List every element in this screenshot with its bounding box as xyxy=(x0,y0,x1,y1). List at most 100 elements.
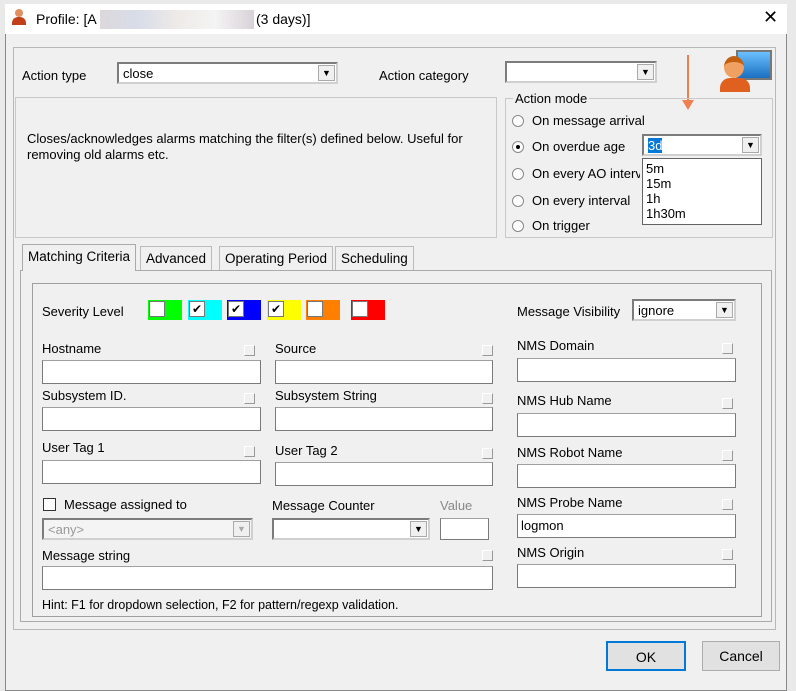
message-visibility-label: Message Visibility xyxy=(517,304,621,319)
cancel-button[interactable]: Cancel xyxy=(702,641,780,671)
nms-probe-label: NMS Probe Name xyxy=(517,495,623,510)
hostname-option-button[interactable] xyxy=(244,345,255,356)
overdue-age-value: 3d xyxy=(648,138,663,153)
radio-label: On trigger xyxy=(532,218,590,233)
severity-checkbox[interactable] xyxy=(352,301,368,317)
description-box xyxy=(15,97,497,238)
redacted-region xyxy=(100,10,254,29)
message-counter-label: Message Counter xyxy=(272,498,375,513)
radio-on-trigger[interactable] xyxy=(512,220,524,232)
severity-level-4[interactable] xyxy=(306,300,340,320)
user-tag-1-option-button[interactable] xyxy=(244,446,255,457)
user-tag-2-label: User Tag 2 xyxy=(275,443,338,458)
hostname-input[interactable] xyxy=(42,360,261,384)
radio-label: On every AO interval xyxy=(532,166,640,181)
counter-value-input[interactable] xyxy=(440,518,489,540)
radio-on-every-ao-interval[interactable] xyxy=(512,168,524,180)
message-assigned-checkbox[interactable] xyxy=(43,498,56,511)
tab-advanced[interactable]: Advanced xyxy=(140,246,213,270)
nms-origin-input[interactable] xyxy=(517,564,736,588)
overdue-age-select[interactable]: 3d ▼ xyxy=(642,134,762,156)
user-tag-1-label: User Tag 1 xyxy=(42,440,105,455)
description-text: Closes/acknowledges alarms matching the … xyxy=(27,131,463,162)
subsystem-string-option-button[interactable] xyxy=(482,393,493,404)
nms-hub-option-button[interactable] xyxy=(722,398,733,409)
tab-matching-criteria[interactable]: Matching Criteria xyxy=(22,244,137,271)
action-type-value: close xyxy=(123,66,154,81)
dropdown-option[interactable]: 1h xyxy=(646,191,758,206)
window-title: Profile: [A xyxy=(36,11,97,27)
severity-level-3[interactable]: ✔ xyxy=(267,300,301,320)
tab-scheduling[interactable]: Scheduling xyxy=(335,246,414,270)
message-visibility-select[interactable]: ignore ▼ xyxy=(632,299,736,321)
radio-label: On every interval xyxy=(532,193,631,208)
severity-checkbox[interactable] xyxy=(307,301,323,317)
dropdown-option[interactable]: 5m xyxy=(646,161,758,176)
message-visibility-value: ignore xyxy=(638,303,675,318)
nms-probe-input[interactable]: logmon xyxy=(517,514,736,538)
nms-probe-value: logmon xyxy=(521,518,564,533)
nms-probe-option-button[interactable] xyxy=(722,499,733,510)
nms-robot-input[interactable] xyxy=(517,464,736,488)
nms-domain-label: NMS Domain xyxy=(517,338,595,353)
counter-value-label: Value xyxy=(440,498,473,513)
source-label: Source xyxy=(275,341,317,356)
radio-on-every-interval[interactable] xyxy=(512,195,524,207)
severity-checkbox[interactable] xyxy=(149,301,165,317)
severity-level-1[interactable]: ✔ xyxy=(188,300,222,320)
nms-robot-label: NMS Robot Name xyxy=(517,445,623,460)
action-mode-label: Action mode xyxy=(513,91,590,106)
message-assigned-value: <any> xyxy=(48,522,85,537)
nms-origin-label: NMS Origin xyxy=(517,545,585,560)
subsystem-id-input[interactable] xyxy=(42,407,261,431)
action-type-label: Action type xyxy=(22,68,87,83)
radio-on-message-arrival[interactable] xyxy=(512,115,524,127)
message-counter-select[interactable]: ▼ xyxy=(272,518,430,540)
chevron-down-icon: ▼ xyxy=(233,521,250,537)
subsystem-string-input[interactable] xyxy=(275,407,493,431)
tab-operating-period[interactable]: Operating Period xyxy=(219,246,334,270)
dropdown-option[interactable]: 15m xyxy=(646,176,758,191)
severity-checkbox[interactable]: ✔ xyxy=(268,301,284,317)
action-category-select[interactable]: ▼ xyxy=(505,61,657,83)
message-string-label: Message string xyxy=(42,548,131,563)
source-option-button[interactable] xyxy=(482,345,493,356)
nms-origin-option-button[interactable] xyxy=(722,549,733,560)
message-string-option-button[interactable] xyxy=(482,550,493,561)
ok-button[interactable]: OK xyxy=(606,641,686,671)
chevron-down-icon: ▼ xyxy=(716,302,733,318)
radio-label: On overdue age xyxy=(532,139,626,154)
hostname-label: Hostname xyxy=(42,341,102,356)
severity-checkbox[interactable]: ✔ xyxy=(228,301,244,317)
nms-hub-input[interactable] xyxy=(517,413,736,437)
annotation-arrow xyxy=(687,55,689,101)
message-assigned-select[interactable]: <any> ▼ xyxy=(42,518,253,540)
nms-robot-option-button[interactable] xyxy=(722,450,733,461)
nms-hub-label: NMS Hub Name xyxy=(517,393,612,408)
user-computer-icon xyxy=(720,48,774,92)
subsystem-string-label: Subsystem String xyxy=(275,388,377,403)
close-button[interactable]: ✕ xyxy=(763,7,778,28)
window-title-suffix: (3 days)] xyxy=(256,11,311,27)
source-input[interactable] xyxy=(275,360,493,384)
message-assigned-label: Message assigned to xyxy=(64,497,187,512)
user-tag-1-input[interactable] xyxy=(42,460,261,484)
action-type-select[interactable]: close ▼ xyxy=(117,62,338,84)
nms-domain-input[interactable] xyxy=(517,358,736,382)
severity-level-2[interactable]: ✔ xyxy=(227,300,261,320)
chevron-down-icon: ▼ xyxy=(637,64,654,80)
dropdown-option[interactable]: 1h30m xyxy=(646,206,758,221)
user-tag-2-input[interactable] xyxy=(275,462,493,486)
severity-level-0[interactable] xyxy=(148,300,182,320)
message-string-input[interactable] xyxy=(42,566,493,590)
chevron-down-icon: ▼ xyxy=(410,521,427,537)
radio-label: On message arrival xyxy=(532,113,645,128)
subsystem-id-label: Subsystem ID. xyxy=(42,388,127,403)
radio-on-overdue-age[interactable] xyxy=(512,141,524,153)
user-tag-2-option-button[interactable] xyxy=(482,448,493,459)
nms-domain-option-button[interactable] xyxy=(722,343,733,354)
severity-level-5[interactable] xyxy=(351,300,385,320)
severity-label: Severity Level xyxy=(42,304,124,319)
severity-checkbox[interactable]: ✔ xyxy=(189,301,205,317)
subsystem-id-option-button[interactable] xyxy=(244,393,255,404)
